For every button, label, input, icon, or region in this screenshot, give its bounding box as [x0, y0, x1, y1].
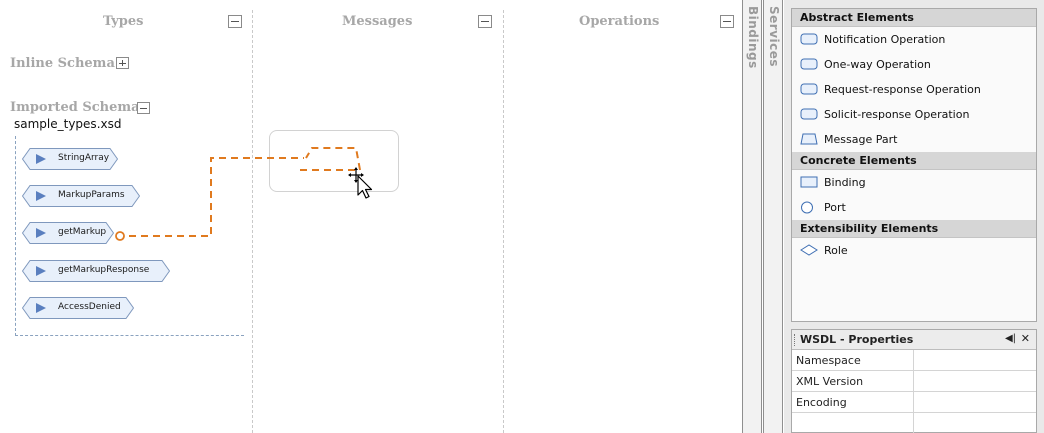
- drag-message-part-outline: [300, 147, 362, 171]
- palette-item-label: Notification Operation: [824, 33, 946, 46]
- palette-item[interactable]: Message Part: [792, 127, 1036, 152]
- tab-services-label: Services: [767, 6, 781, 68]
- palette-item-label: Binding: [824, 176, 866, 189]
- rounded-rect-icon: [800, 33, 818, 48]
- palette-item[interactable]: Solicit-response Operation: [792, 102, 1036, 127]
- palette-item[interactable]: Binding: [792, 170, 1036, 195]
- drag-connector-line: [129, 157, 304, 237]
- property-name: Encoding: [796, 396, 847, 409]
- wsdl-properties-panel: WSDL - Properties ◀| ✕ Namespace XML Vers…: [791, 329, 1037, 433]
- palette-category-header[interactable]: Abstract Elements: [792, 9, 1036, 27]
- palette-item[interactable]: One-way Operation: [792, 52, 1036, 77]
- palette-category-header[interactable]: Extensibility Elements: [792, 220, 1036, 238]
- palette-item-label: Role: [824, 244, 848, 257]
- connector-anchor-point: [115, 231, 125, 241]
- connector-overlay: [115, 147, 373, 241]
- tab-bindings[interactable]: Bindings: [742, 0, 762, 433]
- close-icon[interactable]: ✕: [1021, 332, 1030, 345]
- tab-services[interactable]: Services: [763, 0, 783, 433]
- property-name: XML Version: [796, 375, 864, 388]
- pointer-cursor-icon: [357, 175, 373, 199]
- wsdl-editor-canvas[interactable]: Types Messages Operations Inline Schema …: [0, 0, 742, 433]
- rounded-rect-icon: [800, 58, 818, 73]
- tab-bindings-label: Bindings: [746, 6, 760, 69]
- property-value-cell[interactable]: [913, 371, 914, 391]
- pin-icon[interactable]: ◀|: [1005, 333, 1016, 344]
- palette-item[interactable]: Request-response Operation: [792, 77, 1036, 102]
- trapezoid-icon: [800, 133, 818, 148]
- palette-item-label: Message Part: [824, 133, 898, 146]
- palette-item-label: Request-response Operation: [824, 83, 981, 96]
- property-value-cell[interactable]: [913, 350, 914, 370]
- element-palette: Abstract Elements Notification Operation O…: [791, 8, 1037, 322]
- properties-table: Namespace XML Version Encoding: [792, 350, 1036, 433]
- drag-grip-icon[interactable]: [794, 334, 796, 346]
- property-name: Namespace: [796, 354, 861, 367]
- palette-item[interactable]: Role: [792, 238, 1036, 263]
- property-value-cell[interactable]: [913, 413, 914, 433]
- palette-category-header[interactable]: Concrete Elements: [792, 152, 1036, 170]
- property-row[interactable]: Encoding: [792, 392, 1036, 413]
- rounded-rect-icon: [800, 108, 818, 123]
- diamond-icon: [800, 244, 818, 259]
- palette-item-label: Solicit-response Operation: [824, 108, 970, 121]
- palette-item-label: One-way Operation: [824, 58, 931, 71]
- rect-icon: [800, 176, 818, 191]
- properties-title: WSDL - Properties: [800, 333, 914, 346]
- properties-title-bar: WSDL - Properties ◀| ✕: [792, 330, 1036, 350]
- right-panel: Abstract Elements Notification Operation O…: [784, 0, 1044, 433]
- property-row[interactable]: XML Version: [792, 371, 1036, 392]
- palette-item[interactable]: Port: [792, 195, 1036, 220]
- palette-item[interactable]: Notification Operation: [792, 27, 1036, 52]
- palette-item-label: Port: [824, 201, 846, 214]
- property-value-cell[interactable]: [913, 392, 914, 412]
- circle-icon: [800, 201, 818, 217]
- property-row[interactable]: [792, 413, 1036, 433]
- property-row[interactable]: Namespace: [792, 350, 1036, 371]
- rounded-rect-icon: [800, 83, 818, 98]
